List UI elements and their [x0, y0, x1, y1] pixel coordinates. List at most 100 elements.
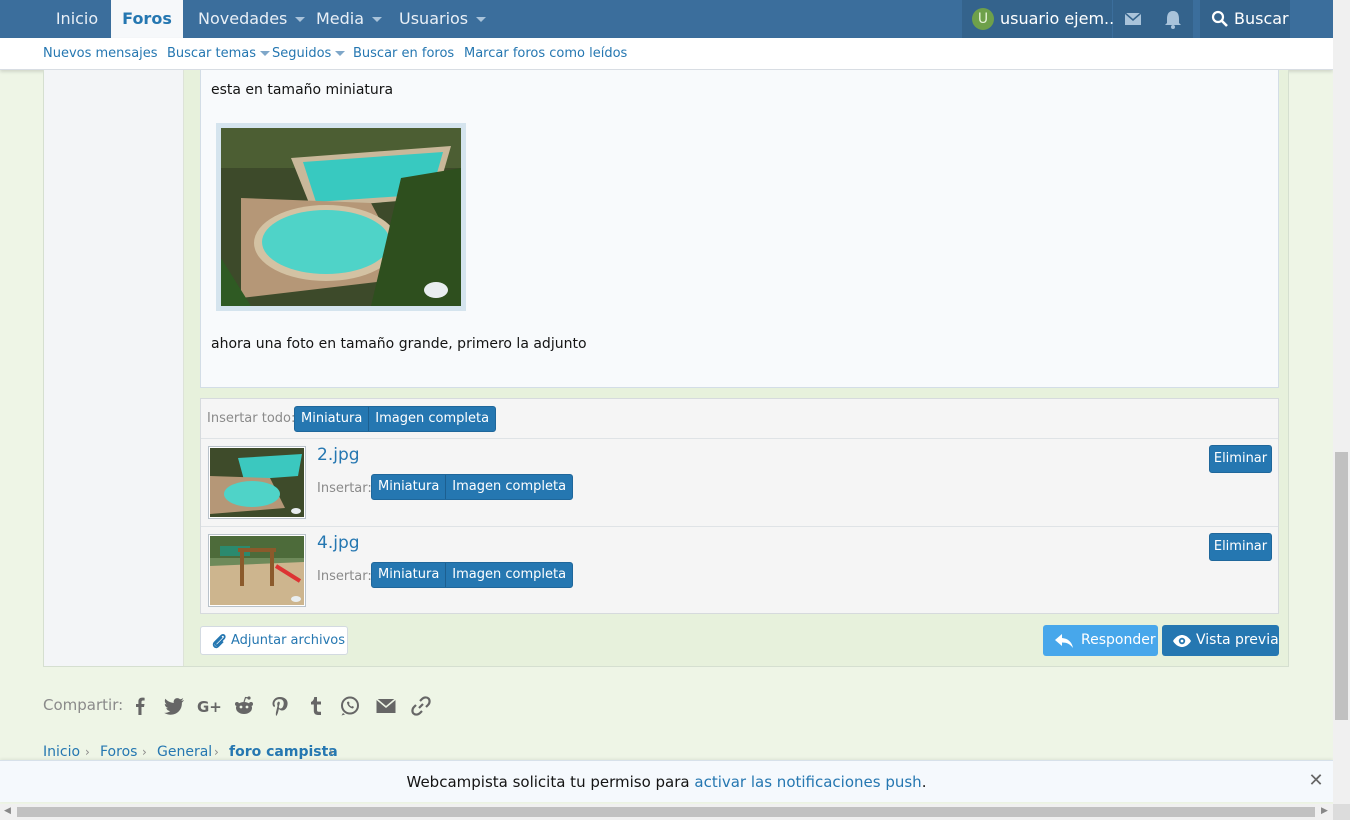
insert-label: Insertar: [317, 481, 372, 496]
chevron-down-icon [335, 51, 346, 56]
bell-icon [1165, 11, 1181, 29]
google-plus-icon[interactable]: G+ [197, 694, 221, 718]
insert-all-bar: Insertar todo: Miniatura Imagen completa [201, 399, 1278, 439]
reply-block: esta en tamaño miniatura ahora una foto … [43, 70, 1289, 667]
pool-image [221, 128, 461, 306]
tab-usuarios-label: Usuarios [399, 9, 469, 28]
delete-button[interactable]: Eliminar [1209, 445, 1272, 473]
subnav-nuevos-mensajes[interactable]: Nuevos mensajes [43, 38, 158, 70]
email-icon[interactable] [374, 694, 398, 718]
insert-thumbnail-button[interactable]: Miniatura [372, 475, 445, 499]
share-label: Compartir: [43, 696, 124, 714]
tab-inicio[interactable]: Inicio [43, 0, 111, 38]
attachment-thumbnail[interactable] [208, 446, 306, 519]
link-icon[interactable] [409, 694, 433, 718]
chevron-right-icon: › [214, 745, 219, 759]
tab-novedades-label: Novedades [198, 9, 288, 28]
push-notification-bar: Webcampista solicita tu permiso para act… [0, 760, 1333, 802]
envelope-icon [1124, 12, 1142, 25]
svg-text:G+: G+ [197, 698, 221, 716]
chevron-down-icon [476, 17, 487, 22]
insert-label: Insertar: [317, 569, 372, 584]
chevron-down-icon [372, 17, 383, 22]
close-icon[interactable]: ✕ [1308, 761, 1324, 803]
attachment-filename[interactable]: 2.jpg [317, 445, 360, 465]
insert-all-thumbnail-button[interactable]: Miniatura [295, 407, 368, 431]
chevron-right-icon: › [142, 745, 147, 759]
breadcrumb-item[interactable]: Foros [100, 744, 137, 760]
user-name: usuario ejem... [1000, 9, 1120, 28]
notification-text-end: . [921, 773, 927, 791]
pool-image [210, 448, 304, 517]
reply-button[interactable]: Responder [1043, 625, 1158, 656]
subnav-buscar-en-foros[interactable]: Buscar en foros [353, 38, 454, 70]
search-icon [1211, 10, 1228, 27]
breadcrumb-item[interactable]: Inicio [43, 744, 80, 760]
avatar: U [972, 8, 994, 30]
insert-buttons: Miniatura Imagen completa [371, 562, 574, 588]
preview-button[interactable]: Vista previa [1162, 625, 1279, 656]
alerts-button[interactable] [1153, 0, 1193, 38]
tab-media[interactable]: Media [316, 0, 383, 38]
tab-usuarios[interactable]: Usuarios [399, 0, 487, 38]
delete-button[interactable]: Eliminar [1209, 533, 1272, 561]
whatsapp-icon[interactable] [338, 694, 362, 718]
breadcrumb-item[interactable]: General [157, 744, 212, 760]
attach-files-button[interactable]: Adjuntar archivos [200, 626, 348, 655]
scrollbar-thumb[interactable] [1335, 452, 1348, 720]
subnav-seguidos[interactable]: Seguidos [272, 38, 346, 70]
tab-foros[interactable]: Foros [111, 0, 183, 38]
inbox-button[interactable] [1113, 0, 1153, 38]
attachment-manager: Insertar todo: Miniatura Imagen completa… [200, 398, 1279, 614]
insert-all-buttons: Miniatura Imagen completa [294, 406, 497, 432]
search-button[interactable]: Buscar [1200, 0, 1290, 38]
scroll-right-icon[interactable]: ▶ [1321, 806, 1328, 816]
inline-thumbnail[interactable] [216, 123, 466, 311]
reply-icon [1055, 634, 1073, 648]
insert-full-image-button[interactable]: Imagen completa [445, 563, 572, 587]
attachment-thumbnail[interactable] [208, 534, 306, 607]
breadcrumb-item[interactable]: foro campista [229, 744, 338, 760]
insert-full-image-button[interactable]: Imagen completa [445, 475, 572, 499]
horizontal-scrollbar[interactable]: ◀ ▶ [0, 804, 1333, 820]
subnav-buscar-temas-label: Buscar temas [167, 46, 257, 61]
vertical-scrollbar[interactable] [1333, 0, 1350, 804]
scrollbar-corner [1333, 804, 1350, 820]
message-editor[interactable]: esta en tamaño miniatura ahora una foto … [200, 70, 1279, 388]
scroll-left-icon[interactable]: ◀ [4, 806, 11, 816]
tab-novedades[interactable]: Novedades [198, 0, 306, 38]
subnav-marcar-leidos[interactable]: Marcar foros como leídos [464, 38, 627, 70]
pinterest-icon[interactable] [268, 694, 292, 718]
top-navigation: Inicio Foros Novedades Media Usuarios U … [0, 0, 1333, 38]
reply-label: Responder [1081, 632, 1156, 648]
insert-thumbnail-button[interactable]: Miniatura [372, 563, 445, 587]
attachment-filename[interactable]: 4.jpg [317, 533, 360, 553]
attachment-row: 2.jpg Insertar: Miniatura Imagen complet… [201, 439, 1278, 527]
search-label: Buscar [1234, 9, 1289, 28]
eye-icon [1173, 635, 1191, 647]
chevron-right-icon: › [85, 745, 90, 759]
tumblr-icon[interactable] [303, 694, 327, 718]
attachment-row: 4.jpg Insertar: Miniatura Imagen complet… [201, 527, 1278, 615]
user-column [44, 70, 184, 666]
sub-navigation: Nuevos mensajes Buscar temas Seguidos Bu… [0, 38, 1333, 70]
insert-buttons: Miniatura Imagen completa [371, 474, 574, 500]
chevron-right-icon: › [329, 745, 334, 759]
scrollbar-thumb[interactable] [17, 807, 1315, 817]
attach-files-label: Adjuntar archivos [231, 633, 345, 648]
paperclip-icon [212, 633, 226, 649]
insert-all-full-image-button[interactable]: Imagen completa [368, 407, 495, 431]
chevron-down-icon [295, 17, 306, 22]
tab-media-label: Media [316, 9, 365, 28]
chevron-down-icon [260, 51, 271, 56]
playground-image [210, 536, 304, 605]
editor-line: ahora una foto en tamaño grande, primero… [211, 336, 587, 352]
twitter-icon[interactable] [162, 694, 186, 718]
subnav-buscar-temas[interactable]: Buscar temas [167, 38, 271, 70]
facebook-icon[interactable] [128, 694, 152, 718]
insert-all-label: Insertar todo: [207, 411, 296, 426]
preview-label: Vista previa [1196, 632, 1279, 648]
user-menu[interactable]: U usuario ejem... [962, 0, 1119, 38]
reddit-icon[interactable] [232, 694, 256, 718]
enable-push-link[interactable]: activar las notificaciones push [694, 773, 921, 791]
